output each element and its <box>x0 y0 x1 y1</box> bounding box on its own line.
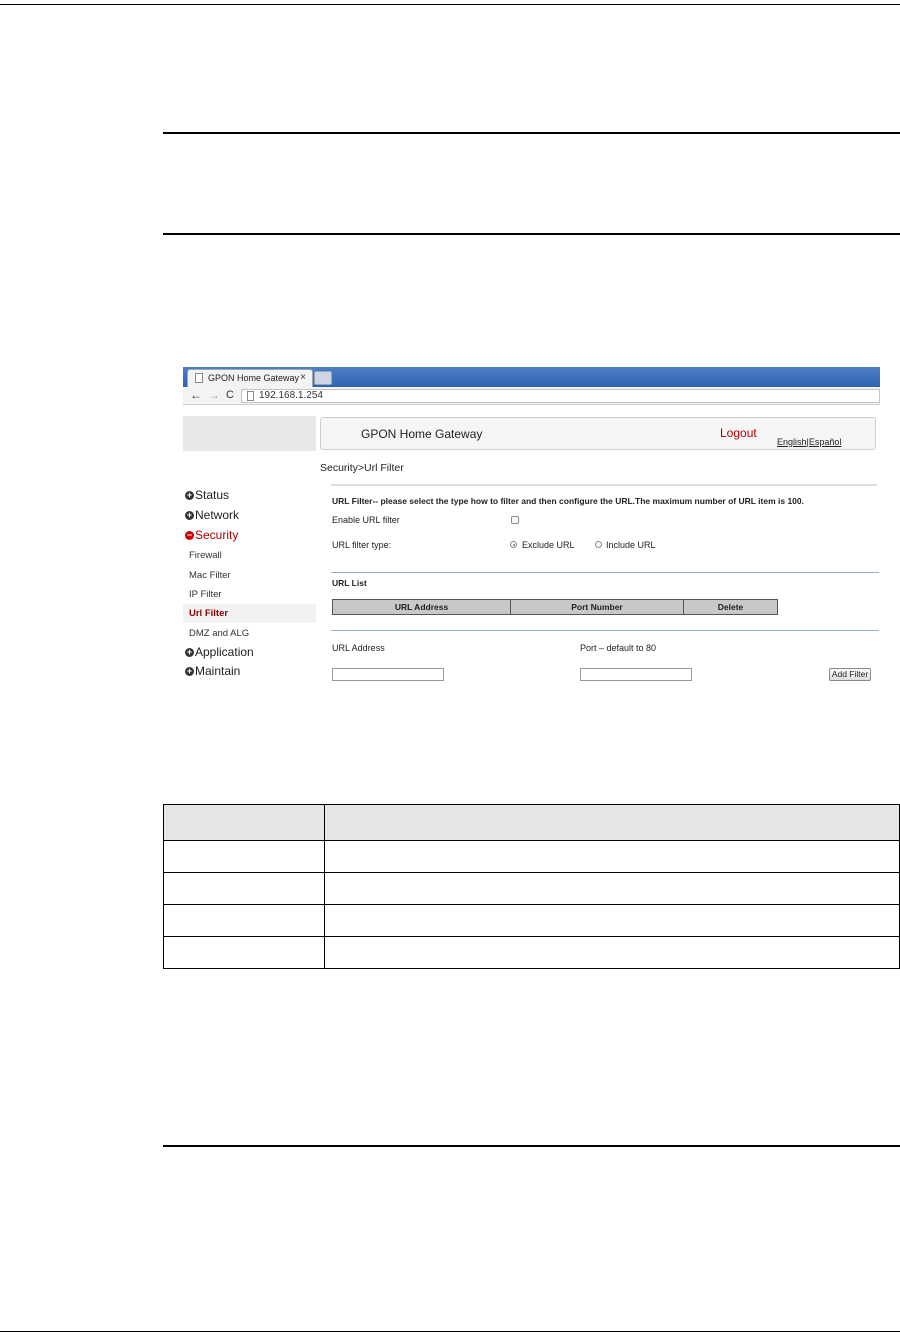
url-address-input[interactable] <box>332 668 444 681</box>
sidebar-item-label: Application <box>195 645 254 659</box>
url-list-title: URL List <box>332 578 367 588</box>
page-icon <box>247 391 254 401</box>
sidebar-item-label: Security <box>195 528 239 542</box>
sidebar-header <box>183 416 316 451</box>
sidebar-sub-ip-filter[interactable]: IP Filter <box>189 589 222 600</box>
gateway-screenshot: GPON Home Gateway × ← → C 192.168.1.254 … <box>183 367 880 685</box>
table-cell <box>324 936 900 969</box>
exclude-url-radio[interactable] <box>510 541 517 548</box>
table-cell <box>324 872 900 905</box>
page-icon <box>195 373 203 383</box>
enable-url-filter-checkbox[interactable] <box>511 516 519 524</box>
table-cell <box>163 904 325 937</box>
page-top-rule <box>0 4 900 5</box>
breadcrumb: Security>Url Filter <box>320 462 404 474</box>
divider <box>331 572 879 573</box>
url-address-label: URL Address <box>332 643 385 653</box>
back-arrow-icon[interactable]: ← <box>190 388 202 402</box>
address-bar[interactable]: 192.168.1.254 <box>241 389 880 403</box>
table-row <box>163 872 900 905</box>
divider <box>331 484 877 486</box>
table-row <box>163 840 900 873</box>
sidebar-item-status[interactable]: + Status <box>185 488 229 502</box>
browser-tab[interactable]: GPON Home Gateway × <box>187 369 313 387</box>
divider <box>331 630 879 631</box>
browser-toolbar: ← → C 192.168.1.254 <box>183 387 880 405</box>
include-url-label: Include URL <box>606 540 656 550</box>
plus-icon: + <box>185 666 194 676</box>
column-port-number: Port Number <box>571 602 623 612</box>
minus-icon: − <box>185 530 194 540</box>
table-cell <box>324 840 900 873</box>
plus-icon: + <box>185 490 194 500</box>
sidebar-item-application[interactable]: + Application <box>185 645 254 659</box>
sidebar-sub-firewall[interactable]: Firewall <box>189 550 222 561</box>
section-rule-3 <box>163 1145 900 1147</box>
reload-icon[interactable]: C <box>226 389 234 401</box>
url-filter-type-label: URL filter type: <box>332 540 392 550</box>
table-row <box>163 936 900 969</box>
lang-spanish-link[interactable]: Español <box>809 437 842 447</box>
new-tab-button[interactable] <box>314 371 332 385</box>
section-rule-1 <box>163 132 900 134</box>
port-input[interactable] <box>580 668 692 681</box>
sidebar-item-maintain[interactable]: + Maintain <box>185 664 240 678</box>
parameter-table <box>163 804 900 969</box>
table-header-cell <box>324 804 900 841</box>
tab-title: GPON Home Gateway <box>208 373 300 383</box>
table-cell <box>163 936 325 969</box>
column-delete: Delete <box>717 602 744 612</box>
plus-icon: + <box>185 647 194 657</box>
logout-link[interactable]: Logout <box>720 426 757 440</box>
enable-url-filter-label: Enable URL filter <box>332 515 400 525</box>
plus-icon: + <box>185 510 194 520</box>
close-icon[interactable]: × <box>300 372 306 383</box>
sidebar-item-network[interactable]: + Network <box>185 508 239 522</box>
browser-tabstrip: GPON Home Gateway × <box>183 367 880 387</box>
table-row <box>163 904 900 937</box>
sidebar-item-label: Network <box>195 508 240 522</box>
table-header-cell <box>163 804 325 841</box>
sidebar: + Status + Network − Security Firewall Mac … <box>183 485 316 685</box>
table-cell <box>163 872 325 905</box>
column-url-address: URL Address <box>394 602 449 612</box>
gateway-header: GPON Home Gateway Logout English|Español <box>320 417 876 450</box>
gateway-title: GPON Home Gateway <box>361 427 483 441</box>
sidebar-sub-url-filter[interactable]: Url Filter <box>189 608 228 619</box>
sidebar-sub-dmz-alg[interactable]: DMZ and ALG <box>189 628 249 639</box>
sidebar-item-security[interactable]: − Security <box>185 528 238 542</box>
table-cell <box>324 904 900 937</box>
address-text: 192.168.1.254 <box>259 390 323 401</box>
exclude-url-label: Exclude URL <box>522 540 575 550</box>
table-cell <box>163 840 325 873</box>
sidebar-item-label: Maintain <box>195 664 241 678</box>
page-bottom-rule <box>0 1331 900 1332</box>
table-header-row <box>163 804 900 841</box>
sidebar-sub-mac-filter[interactable]: Mac Filter <box>189 570 231 581</box>
section-rule-2 <box>163 233 900 235</box>
url-list-table-header: URL Address Port Number Delete <box>332 599 778 615</box>
include-url-radio[interactable] <box>595 541 602 548</box>
url-filter-intro: URL Filter-- please select the type how … <box>332 496 804 506</box>
language-switcher: English|Español <box>777 437 841 447</box>
forward-arrow-icon[interactable]: → <box>208 388 220 402</box>
sidebar-item-label: Status <box>195 488 230 502</box>
port-label: Port – default to 80 <box>580 643 657 653</box>
add-filter-button[interactable]: Add Filter <box>829 668 871 681</box>
lang-english-link[interactable]: English <box>777 437 807 447</box>
